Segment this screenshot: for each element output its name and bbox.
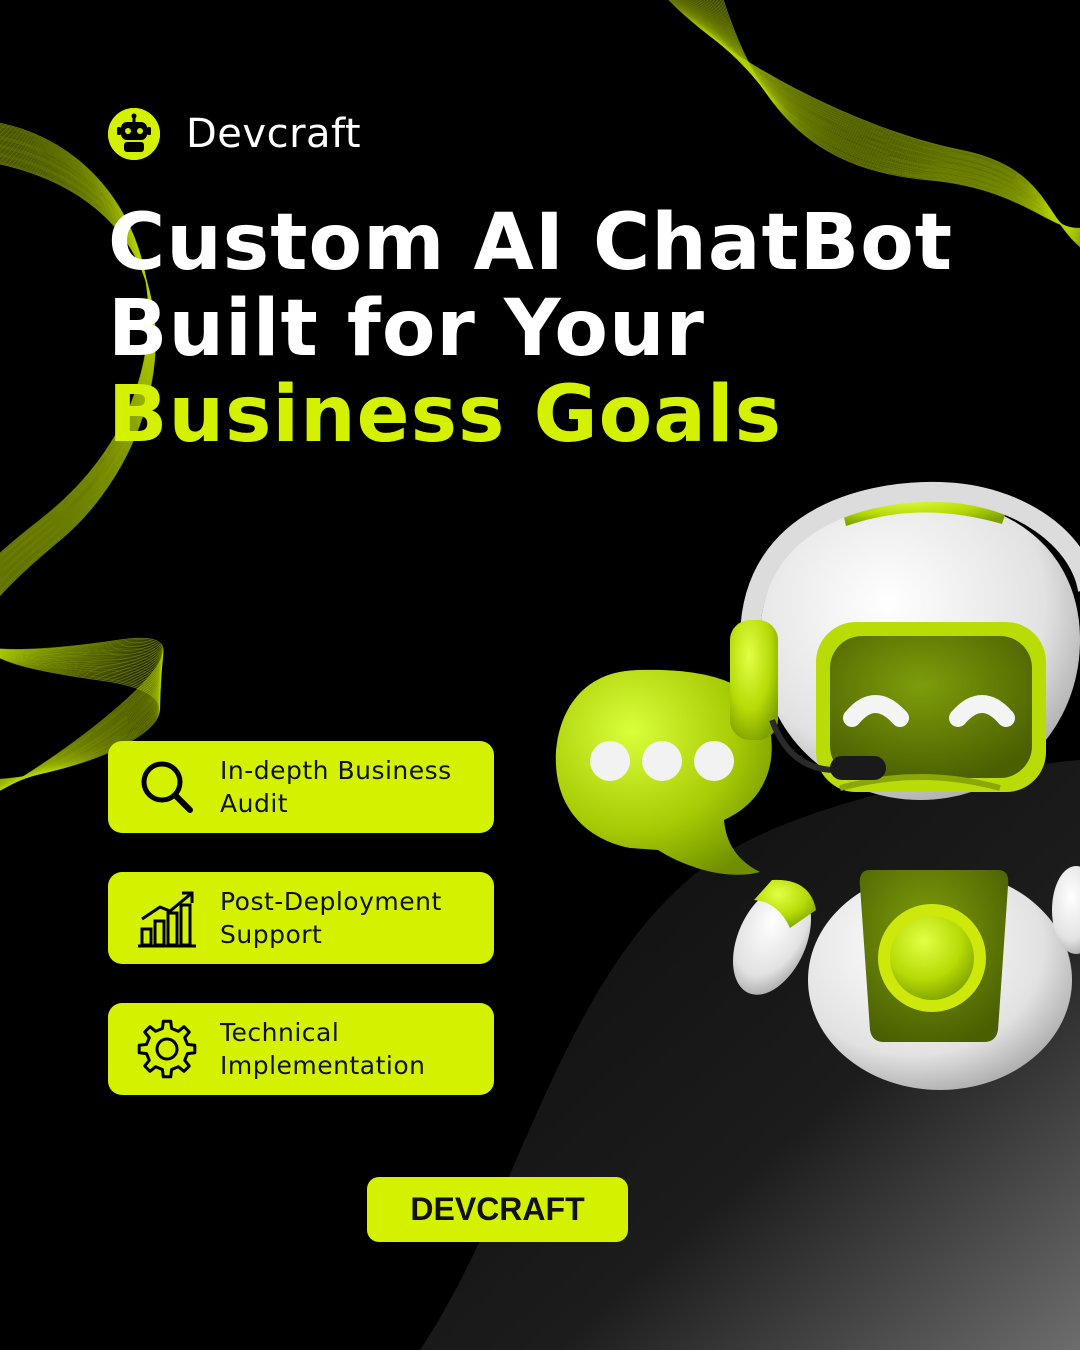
feature-item-implementation: Technical Implementation xyxy=(108,1003,494,1095)
poster: Devcraft Custom AI ChatBot Built for You… xyxy=(0,0,1080,1350)
feature-item-audit: In-depth Business Audit xyxy=(108,741,494,833)
gear-icon xyxy=(137,1019,197,1079)
search-icon xyxy=(141,761,193,813)
headline-line-1: Custom AI ChatBot xyxy=(108,198,954,288)
feature-label: In-depth Business Audit xyxy=(220,756,452,818)
feature-list: In-depth Business Audit Post-Deployment … xyxy=(108,741,494,1134)
robot-head xyxy=(730,481,1080,800)
robot-with-headset-icon xyxy=(555,481,1080,1090)
headline-line-2: Built for Your xyxy=(108,284,705,374)
feature-item-support: Post-Deployment Support xyxy=(108,872,494,964)
cta-button[interactable]: DEVCRAFT xyxy=(367,1177,628,1242)
feature-label: Post-Deployment Support xyxy=(220,887,442,949)
brand: Devcraft xyxy=(108,108,361,160)
feature-label: Technical Implementation xyxy=(220,1018,426,1080)
headline-line-3: Business Goals xyxy=(108,370,782,460)
robot-head-icon xyxy=(108,108,160,160)
robot-body xyxy=(732,866,1080,1090)
brand-name: Devcraft xyxy=(186,111,362,157)
headline: Custom AI ChatBot Built for Your Busines… xyxy=(108,200,953,458)
growth-chart-icon xyxy=(138,891,196,948)
